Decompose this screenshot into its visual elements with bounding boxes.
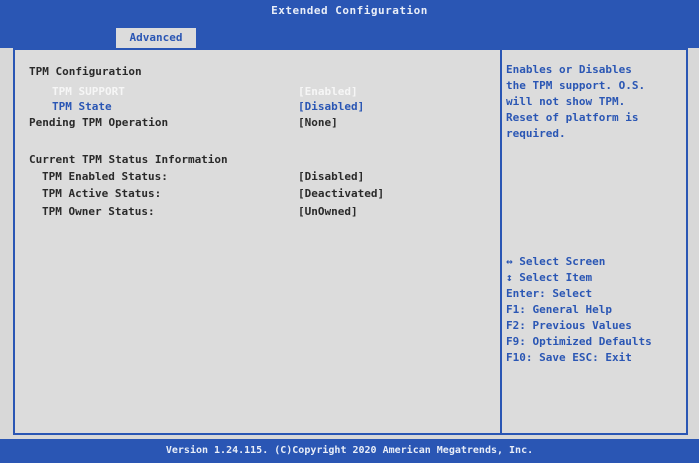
key-optimized-defaults: F9: Optimized Defaults (506, 335, 652, 348)
tpm-enabled-status-value: [Disabled] (298, 170, 365, 183)
tpm-configuration-heading: TPM Configuration (29, 65, 142, 78)
panel-divider (500, 50, 502, 433)
key-select-item: ↕ Select Item (506, 271, 593, 284)
tpm-owner-status-label: TPM Owner Status: (42, 205, 155, 218)
tab-advanced[interactable]: Advanced (116, 28, 196, 48)
tpm-status-heading: Current TPM Status Information (29, 153, 228, 166)
tpm-support-value[interactable]: [Enabled] (298, 85, 358, 98)
tpm-support-label[interactable]: TPM SUPPORT (52, 85, 125, 98)
tpm-active-status-value: [Deactivated] (298, 187, 385, 200)
pending-tpm-operation-label: Pending TPM Operation (29, 116, 169, 129)
key-previous-values: F2: Previous Values (506, 319, 632, 332)
tpm-state-value[interactable]: [Disabled] (298, 100, 364, 113)
key-save-exit: F10: Save ESC: Exit (506, 351, 632, 364)
bios-header-bar: Extended Configuration Advanced (0, 0, 699, 48)
version-footer: Version 1.24.115. (C)Copyright 2020 Amer… (0, 439, 699, 463)
tpm-owner-status-value: [UnOwned] (298, 205, 358, 218)
pending-tpm-operation-value: [None] (298, 116, 338, 129)
settings-panel: TPM Configuration TPM SUPPORT [Enabled] … (13, 48, 688, 435)
tpm-state-label[interactable]: TPM State (52, 100, 112, 113)
help-text: Enables or Disables the TPM support. O.S… (506, 63, 646, 140)
page-title: Extended Configuration (271, 4, 428, 17)
key-enter-select: Enter: Select (506, 287, 593, 300)
tpm-enabled-status-label: TPM Enabled Status: (42, 170, 168, 183)
tpm-active-status-label: TPM Active Status: (42, 187, 162, 200)
key-general-help: F1: General Help (506, 303, 612, 316)
key-legend: ↔ Select Screen ↕ Select Item Enter: Sel… (506, 254, 652, 366)
key-select-screen: ↔ Select Screen (506, 255, 606, 268)
